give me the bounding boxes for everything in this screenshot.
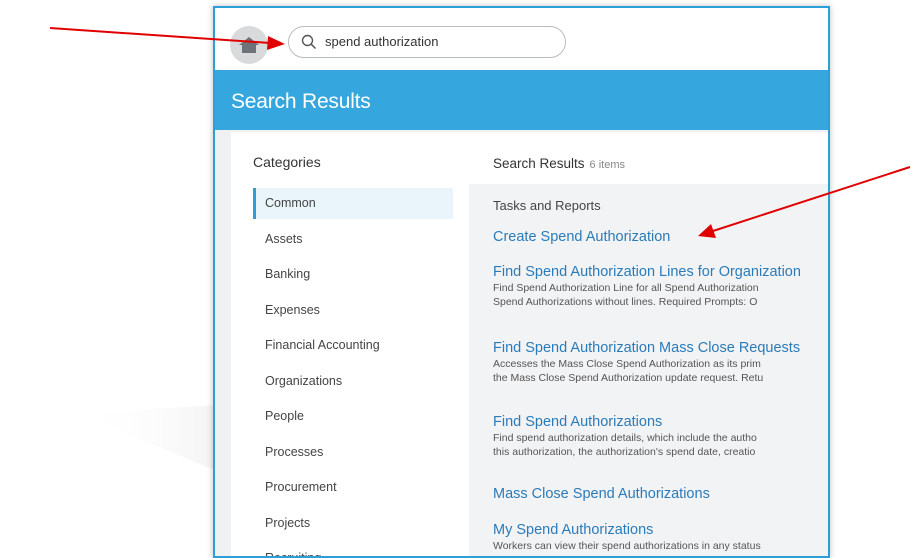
result-description: Find Spend Authorization Line for all Sp… (493, 282, 759, 294)
result-item: Create Spend Authorization (493, 228, 828, 246)
results-count: 6 items (589, 159, 626, 171)
search-query: spend authorization (325, 34, 439, 49)
category-financial-accounting[interactable]: Financial Accounting (253, 330, 453, 366)
categories-heading: Categories (253, 154, 321, 170)
result-link[interactable]: Create Spend Authorization (493, 228, 828, 246)
result-description: the Mass Close Spend Authorization updat… (493, 372, 764, 384)
category-common[interactable]: Common (253, 188, 453, 219)
result-description: this authorization, the authorization's … (493, 446, 756, 458)
result-link[interactable]: Find Spend Authorizations (493, 413, 828, 431)
result-description: Find spend authorization details, which … (493, 432, 757, 444)
results-panel: Categories Common Assets Banking Expense… (231, 132, 828, 556)
category-processes[interactable]: Processes (253, 437, 453, 473)
result-link[interactable]: Mass Close Spend Authorizations (493, 485, 828, 503)
category-people[interactable]: People (253, 401, 453, 437)
home-button[interactable] (230, 26, 268, 64)
top-bar: spend authorization (215, 8, 828, 70)
categories-list: Common Assets Banking Expenses Financial… (253, 188, 453, 556)
result-description: Workers can view their spend authorizati… (493, 540, 761, 552)
category-assets[interactable]: Assets (253, 224, 453, 260)
result-item: My Spend Authorizations Workers can view… (493, 521, 828, 553)
app-window: spend authorization Search Results Categ… (213, 6, 830, 558)
result-item: Find Spend Authorization Mass Close Requ… (493, 339, 828, 385)
result-description: Spend Authorizations without lines. Requ… (493, 296, 758, 308)
search-input[interactable]: spend authorization (288, 26, 566, 58)
page-title: Search Results (231, 90, 371, 113)
search-icon (301, 34, 317, 50)
result-item: Find Spend Authorizations Find spend aut… (493, 413, 828, 459)
results-title: Search Results (493, 156, 585, 171)
category-banking[interactable]: Banking (253, 259, 453, 295)
result-link[interactable]: Find Spend Authorization Lines for Organ… (493, 263, 828, 281)
category-procurement[interactable]: Procurement (253, 472, 453, 508)
home-icon (239, 37, 259, 53)
result-link[interactable]: My Spend Authorizations (493, 521, 828, 539)
category-projects[interactable]: Projects (253, 508, 453, 544)
result-item: Mass Close Spend Authorizations (493, 485, 828, 503)
section-label: Tasks and Reports (493, 198, 601, 213)
result-item: Find Spend Authorization Lines for Organ… (493, 263, 828, 309)
results-list: Tasks and Reports Create Spend Authoriza… (469, 184, 828, 556)
results-heading: Search Results 6 items (493, 156, 625, 171)
result-description: Accesses the Mass Close Spend Authorizat… (493, 358, 761, 370)
category-expenses[interactable]: Expenses (253, 295, 453, 331)
category-organizations[interactable]: Organizations (253, 366, 453, 402)
result-link[interactable]: Find Spend Authorization Mass Close Requ… (493, 339, 828, 357)
